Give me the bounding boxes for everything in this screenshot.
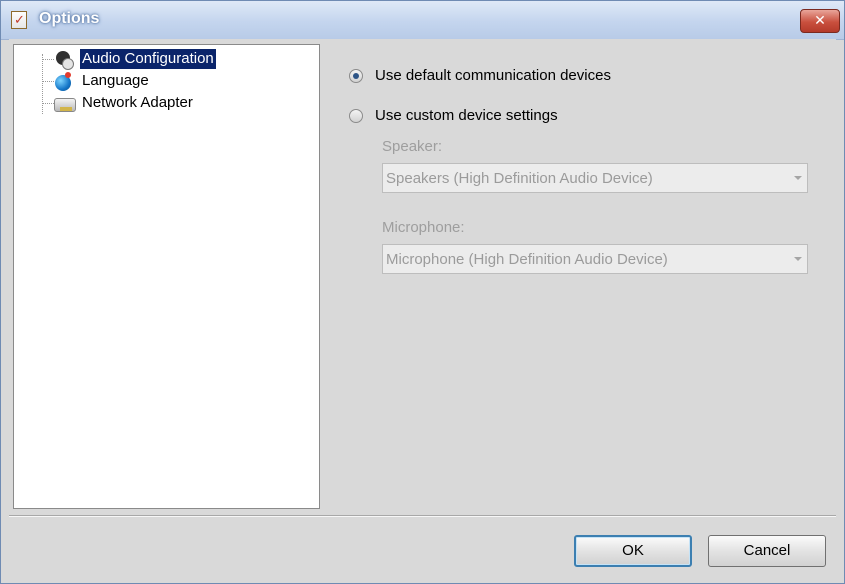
radio-button-checked[interactable] <box>349 69 363 83</box>
tree-branch-line <box>42 81 54 82</box>
cancel-button[interactable]: Cancel <box>708 535 826 567</box>
microphone-dropdown-value: Microphone (High Definition Audio Device… <box>386 251 668 268</box>
options-dialog: ✓ Options ✕ Audio Configuration Language… <box>0 0 845 584</box>
audio-configuration-panel: Use default communication devices Use cu… <box>339 39 836 504</box>
footer-separator <box>9 515 836 517</box>
tree-item-label: Network Adapter <box>82 94 193 111</box>
network-adapter-icon <box>54 94 76 114</box>
radio-label: Use custom device settings <box>375 107 558 124</box>
radio-label: Use default communication devices <box>375 67 611 84</box>
audio-headset-icon <box>54 50 76 70</box>
microphone-label: Microphone: <box>382 219 465 236</box>
tree-branch-line <box>42 59 54 60</box>
tree-branch-line <box>42 103 54 104</box>
tree-item-label: Audio Configuration <box>80 49 216 69</box>
app-checklist-icon: ✓ <box>11 11 27 29</box>
title-bar[interactable]: ✓ Options ✕ <box>1 1 844 40</box>
microphone-dropdown: Microphone (High Definition Audio Device… <box>382 244 808 274</box>
radio-button-unchecked[interactable] <box>349 109 363 123</box>
globe-icon <box>54 72 76 92</box>
close-button[interactable]: ✕ <box>800 9 840 33</box>
tree-item-label: Language <box>82 72 149 89</box>
options-tree[interactable]: Audio Configuration Language Network Ada… <box>13 44 320 509</box>
chevron-down-icon <box>794 176 802 180</box>
chevron-down-icon <box>794 257 802 261</box>
speaker-label: Speaker: <box>382 138 443 155</box>
window-title: Options <box>39 10 100 27</box>
speaker-dropdown-value: Speakers (High Definition Audio Device) <box>386 170 653 187</box>
dialog-client-area: Audio Configuration Language Network Ada… <box>9 39 836 583</box>
speaker-dropdown: Speakers (High Definition Audio Device) <box>382 163 808 193</box>
tree-connector-line <box>42 54 43 114</box>
ok-button[interactable]: OK <box>574 535 692 567</box>
